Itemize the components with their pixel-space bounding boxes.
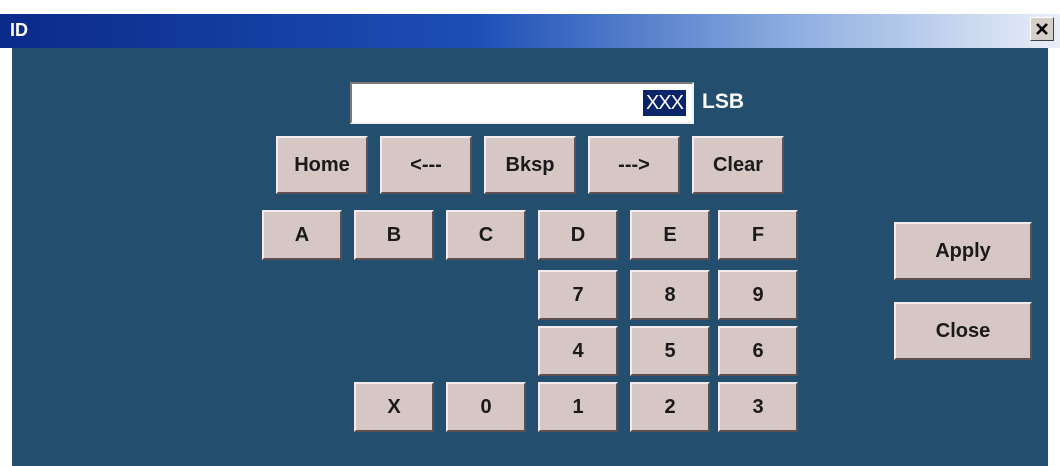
key-f[interactable]: F [718, 210, 798, 260]
id-entry-field[interactable]: XXX [350, 82, 694, 124]
key-0[interactable]: 0 [446, 382, 526, 432]
key-8[interactable]: 8 [630, 270, 710, 320]
key-5[interactable]: 5 [630, 326, 710, 376]
key-a[interactable]: A [262, 210, 342, 260]
cursor-left-button[interactable]: <--- [380, 136, 472, 194]
key-6[interactable]: 6 [718, 326, 798, 376]
key-7[interactable]: 7 [538, 270, 618, 320]
key-c[interactable]: C [446, 210, 526, 260]
unit-label: LSB [702, 90, 744, 113]
apply-button[interactable]: Apply [894, 222, 1032, 280]
key-3[interactable]: 3 [718, 382, 798, 432]
id-dialog: ID XXX LSB Home <--- Bksp ---> Clear A B… [0, 0, 1060, 466]
key-x[interactable]: X [354, 382, 434, 432]
key-e[interactable]: E [630, 210, 710, 260]
key-4[interactable]: 4 [538, 326, 618, 376]
key-1[interactable]: 1 [538, 382, 618, 432]
key-d[interactable]: D [538, 210, 618, 260]
window-title: ID [10, 20, 28, 40]
key-9[interactable]: 9 [718, 270, 798, 320]
close-button[interactable]: Close [894, 302, 1032, 360]
title-bar[interactable]: ID [0, 14, 1060, 48]
key-b[interactable]: B [354, 210, 434, 260]
backspace-button[interactable]: Bksp [484, 136, 576, 194]
clear-button[interactable]: Clear [692, 136, 784, 194]
entry-selected-text: XXX [642, 90, 686, 116]
home-button[interactable]: Home [276, 136, 368, 194]
close-icon[interactable] [1030, 17, 1054, 41]
cursor-right-button[interactable]: ---> [588, 136, 680, 194]
key-2[interactable]: 2 [630, 382, 710, 432]
